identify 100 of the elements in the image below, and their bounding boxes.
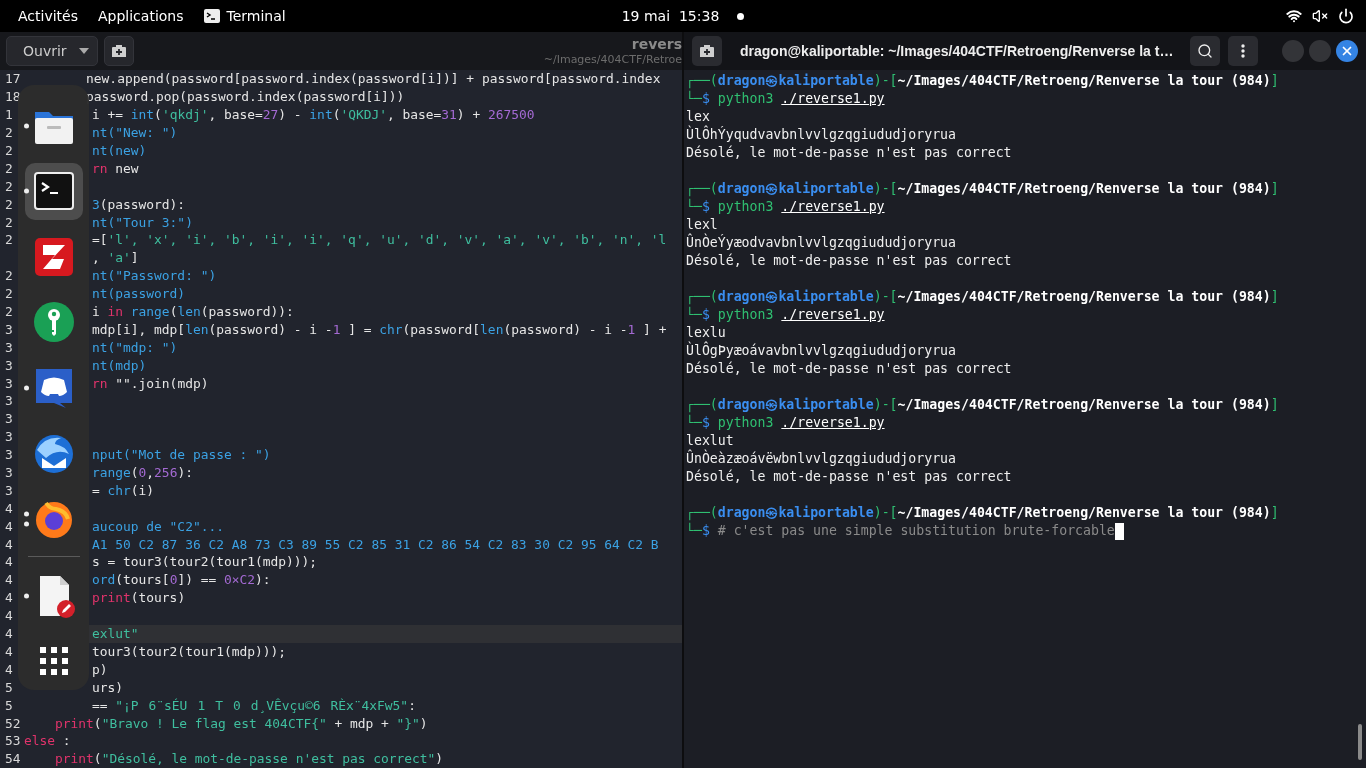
command-line: └─$ # c'est pas une simple substitution brute-forcable bbox=[686, 522, 1115, 540]
line-number: 2 bbox=[5, 160, 13, 176]
line-number: 4 bbox=[5, 554, 13, 570]
close-button[interactable] bbox=[1336, 40, 1358, 62]
key-icon bbox=[31, 300, 76, 345]
command-line: └─$ python3 ./reverse1.py bbox=[686, 198, 885, 216]
power-icon[interactable] bbox=[1338, 8, 1354, 24]
code-line: A1 50 C2 87 36 C2 A8 73 C3 89 55 C2 85 31 C2 86 54 C2 83 30 C2 95 64 C2 B bbox=[92, 536, 659, 552]
code-line: nt("mdp: ") bbox=[92, 339, 178, 355]
line-number: 2 bbox=[5, 125, 13, 141]
line-number: 53 bbox=[5, 733, 21, 749]
menu-button[interactable] bbox=[1228, 36, 1258, 66]
code-line: password.pop(password.index(password[i])) bbox=[85, 89, 405, 105]
code-line: == "¡P6¨sÉU 1T0d¸VÊvçu©6RÈx¨4xFw5": bbox=[92, 696, 416, 714]
code-line: print("Désolé, le mot-de-passe n'est pas correct") bbox=[54, 751, 444, 767]
output-line: Désolé, le mot-de-passe n'est pas correct bbox=[686, 252, 1012, 270]
line-number: 4 bbox=[5, 661, 13, 677]
open-button[interactable]: Ouvrir bbox=[6, 36, 98, 66]
line-number: 4 bbox=[5, 536, 13, 552]
new-tab-button[interactable] bbox=[692, 36, 722, 66]
code-line: = chr(i) bbox=[92, 482, 155, 498]
prompt-line: ┌──(dragon㉿kaliportable)-[~/Images/404CTF/Retroeng/Renverse la tour (984)] bbox=[686, 396, 1279, 414]
terminal-icon bbox=[203, 9, 220, 23]
output-line: Désolé, le mot-de-passe n'est pas correct bbox=[686, 144, 1012, 162]
output-line: ÙlÔgÞyæoávavbnlvvlgzqgiududjoryrua bbox=[686, 342, 956, 360]
wifi-icon[interactable] bbox=[1286, 8, 1302, 24]
command-line: └─$ python3 ./reverse1.py bbox=[686, 90, 885, 108]
line-number: 17 bbox=[5, 71, 21, 87]
app-menu[interactable]: Terminal bbox=[195, 4, 294, 28]
line-number: 2 bbox=[5, 143, 13, 158]
code-line: mdp[i], mdp[len(password) - i -1 ] = chr(password[len(password) - i -1 ] + bbox=[92, 321, 667, 337]
scrollbar-thumb[interactable] bbox=[1358, 724, 1362, 760]
code-line: rn new bbox=[92, 160, 139, 176]
line-number: 3 bbox=[5, 357, 13, 373]
running-dot bbox=[23, 521, 29, 527]
output-line: ÛnÒeÝyæodvavbnlvvlgzqgiududjoryrua bbox=[686, 234, 956, 252]
applications-menu[interactable]: Applications bbox=[90, 4, 192, 28]
activities-button[interactable]: Activités bbox=[10, 4, 86, 28]
line-number: 2 bbox=[5, 286, 13, 302]
output-line: lexlu bbox=[686, 324, 726, 341]
line-number: 3 bbox=[5, 465, 13, 481]
line-number: 3 bbox=[5, 339, 13, 355]
new-tab-icon bbox=[111, 44, 127, 58]
dock-item[interactable] bbox=[24, 162, 83, 221]
line-number: 4 bbox=[5, 608, 13, 624]
code-line: range(0,256): bbox=[92, 465, 193, 481]
code-line: ord(tours[0]) == 0×C2): bbox=[92, 572, 271, 588]
line-number: 5 bbox=[5, 697, 13, 713]
code-line: i += int('qkdj', base=27) - int('QKDJ', base=31) + 267500 bbox=[92, 107, 535, 123]
line-number: 3 bbox=[5, 321, 13, 337]
code-line: nput("Mot de passe : ") bbox=[92, 447, 271, 463]
window-title: revers bbox=[631, 35, 682, 53]
line-number: 2 bbox=[5, 214, 13, 230]
code-line: nt(new) bbox=[92, 143, 147, 158]
code-line: =['l', 'x', 'i', 'b', 'i', 'i', 'q', 'u', 'd', 'v', 'a', 'v', 'b', 'n', 'l bbox=[92, 232, 667, 248]
code-line: nt(password) bbox=[92, 286, 186, 302]
clock[interactable]: 19 mai 15:38 bbox=[621, 8, 720, 24]
output-line: lexl bbox=[686, 216, 718, 233]
code-line: nt("Tour 3:") bbox=[92, 214, 193, 230]
line-number: 3 bbox=[5, 429, 13, 445]
line-number: 3 bbox=[5, 375, 13, 391]
running-dot bbox=[23, 188, 29, 194]
code-line: aucoup de "C2"... bbox=[92, 518, 224, 534]
line-number: 3 bbox=[5, 393, 13, 409]
line-number: 18 bbox=[5, 89, 21, 105]
search-button[interactable] bbox=[1190, 36, 1220, 66]
line-number: 4 bbox=[5, 518, 13, 534]
output-line: lex bbox=[686, 108, 710, 125]
code-line: p) bbox=[92, 661, 108, 677]
code-line: print("Bravo ! Le flag est 404CTF{" + mdp + "}") bbox=[54, 715, 428, 731]
prompt-line: ┌──(dragon㉿kaliportable)-[~/Images/404CTF/Retroeng/Renverse la tour (984)] bbox=[686, 288, 1279, 306]
code-line: nt(mdp) bbox=[92, 357, 147, 373]
code-line: urs) bbox=[92, 679, 124, 695]
file-path: ~/Images/404CTF/Retroe bbox=[543, 52, 682, 67]
code-line: else : bbox=[24, 733, 71, 749]
output-line: lexlut bbox=[686, 432, 734, 449]
command-line: └─$ python3 ./reverse1.py bbox=[686, 306, 885, 324]
output-line: Désolé, le mot-de-passe n'est pas correct bbox=[686, 468, 1012, 486]
line-number: 4 bbox=[5, 643, 13, 659]
muted-speaker-icon[interactable] bbox=[1312, 8, 1328, 24]
line-number: 3 bbox=[5, 447, 13, 463]
line-number: 4 bbox=[5, 590, 13, 606]
running-dot bbox=[23, 511, 29, 517]
line-number: 52 bbox=[5, 715, 21, 731]
new-tab-button[interactable] bbox=[104, 36, 134, 66]
command-line: └─$ python3 ./reverse1.py bbox=[686, 414, 885, 432]
line-number: 3 bbox=[5, 482, 13, 498]
code-line: 3(password): bbox=[92, 196, 186, 212]
running-dot bbox=[23, 123, 29, 129]
output-line: ÛnÒeàzæoávëwbnlvvlgzqgiududjoryrua bbox=[686, 450, 956, 468]
line-number: 1 bbox=[5, 107, 13, 123]
output-line: Désolé, le mot-de-passe n'est pas correct bbox=[686, 360, 1012, 378]
caret-icon bbox=[79, 48, 89, 54]
line-number: 2 bbox=[5, 232, 13, 248]
search-icon bbox=[1197, 43, 1213, 59]
code-line: tour3(tour2(tour1(mdp))); bbox=[92, 643, 287, 659]
line-number: 2 bbox=[5, 196, 13, 212]
prompt-line: ┌──(dragon㉿kaliportable)-[~/Images/404CTF/Retroeng/Renverse la tour (984)] bbox=[686, 72, 1279, 90]
menu-icon bbox=[1241, 44, 1245, 58]
window-title: dragon@kaliportable: ~/Images/404CTF/Retroeng/Renverse la t… bbox=[740, 43, 1175, 59]
